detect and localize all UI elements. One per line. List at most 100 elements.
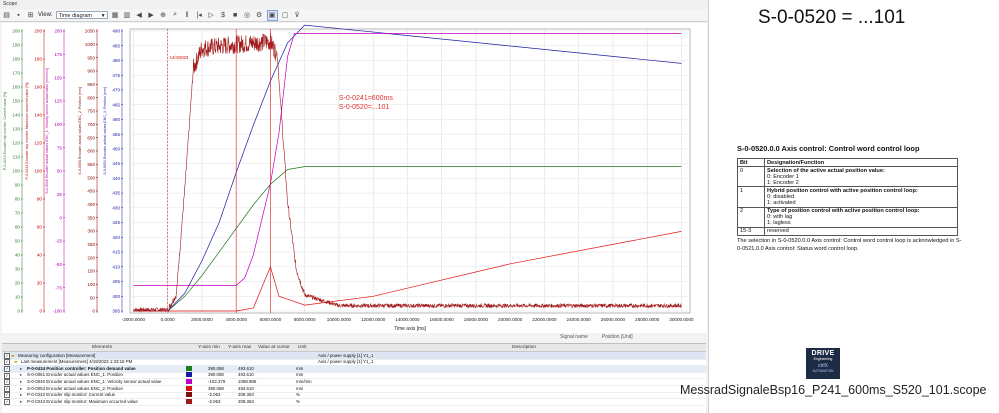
y-tick-label: 60 xyxy=(37,225,43,230)
view-icon[interactable]: ⊞ xyxy=(26,11,35,20)
signal-color-swatch[interactable] xyxy=(186,378,192,384)
annotation-line1: S-0-0241=600ms xyxy=(339,95,393,102)
bit-table-row: 0 Selection of the active actual position… xyxy=(737,166,958,188)
single-icon[interactable]: $ xyxy=(219,11,228,20)
y-tick-label: 415 xyxy=(112,250,120,255)
bit-designation: Hybrid position control with active posi… xyxy=(764,186,958,208)
grid-description: Axis / power supply [1] Y1_1 xyxy=(318,359,374,365)
filter-icon[interactable]: ⊽ xyxy=(293,11,302,20)
grid-header: Elements Y-axis min Y-axis max Value at cur… xyxy=(2,344,706,352)
y-tick-label: 950 xyxy=(87,55,95,60)
y-tick-label: 180 xyxy=(12,57,20,62)
signal-name: S-0-0040 Encoder actual values ENC_1: Ve… xyxy=(27,378,162,384)
cursor-step-icon[interactable]: |◂ xyxy=(195,11,204,20)
signal-color-swatch[interactable] xyxy=(186,392,192,398)
split-icon[interactable]: ▢ xyxy=(281,11,290,20)
y-tick-label: 40 xyxy=(37,253,43,258)
y-tick-label: 180 xyxy=(34,57,42,62)
y-tick-label: 125 xyxy=(54,99,62,104)
signal-max: 1098.985 xyxy=(238,378,257,384)
signal-max: 208.363 xyxy=(238,398,254,404)
grid-column-header[interactable]: Y-axis max xyxy=(228,345,251,350)
forward-icon[interactable]: ▶ xyxy=(147,11,156,20)
save-icon[interactable]: ▪ xyxy=(14,11,23,20)
layout-icon[interactable]: ▣ xyxy=(266,9,278,21)
y-tick-label: 50 xyxy=(15,239,21,244)
y-tick-label: 430 xyxy=(112,205,120,210)
plot-frame xyxy=(129,28,691,314)
y-tick-label: 70 xyxy=(15,211,21,216)
bit-option: 1: lagless xyxy=(767,220,791,227)
settings-icon[interactable]: ⚙ xyxy=(255,11,264,20)
bit-option: 1: activated xyxy=(767,199,796,206)
y-tick-label: -50 xyxy=(55,262,62,267)
signal-color-swatch[interactable] xyxy=(186,385,192,391)
grid-icon[interactable]: ▦ xyxy=(111,11,120,20)
plot-area[interactable]: -2000.0000 0.0000 2000.0000 4000.0000 6000.0… xyxy=(2,23,707,333)
elements-grid: Elements Y-axis min Y-axis max Value at cur… xyxy=(2,343,706,413)
back-icon[interactable]: ◀ xyxy=(135,11,144,20)
y-tick-label: 120 xyxy=(34,141,42,146)
y-tick-label: 1000 xyxy=(85,42,96,47)
y-tick-label: 90 xyxy=(15,183,21,188)
y-tick-label: 100 xyxy=(87,282,95,287)
stop-icon[interactable]: ■ xyxy=(231,11,240,20)
y-tick-label: 170 xyxy=(12,71,20,76)
y-tick-label: 40 xyxy=(15,253,21,258)
row-checkbox[interactable]: ✓ xyxy=(4,398,10,405)
bit-table: Bit Designation/Function 0 Selection of t… xyxy=(737,157,958,236)
time-diagram: -2000.0000 0.0000 2000.0000 4000.0000 6000.0… xyxy=(3,24,694,332)
table-icon[interactable]: ▥ xyxy=(123,11,132,20)
grid-column-header[interactable]: Value at cursor xyxy=(258,345,290,350)
parameter-description: S-0-0520.0.0 Axis control: Control word … xyxy=(737,144,967,253)
grid-signal-row[interactable]: ✓ ▸ P-0-0243 Encoder slip monitor: Maximum… xyxy=(2,398,706,406)
bit-option: 1: Encoder 2 xyxy=(767,179,799,186)
window-titlebar: Scope xyxy=(0,0,708,9)
y-tick-label: 400 xyxy=(112,294,120,299)
x-tick-label: 18000.0000 xyxy=(464,317,489,322)
x-tick-label: -2000.0000 xyxy=(122,317,146,322)
record-icon[interactable]: ◎ xyxy=(243,11,252,20)
zoom-icon[interactable]: ⊕ xyxy=(159,11,168,20)
signal-name: S-0-0051 Encoder actual values ENC_1: Po… xyxy=(27,372,123,378)
signal-color-swatch[interactable] xyxy=(186,372,192,378)
y-tick-label: 20 xyxy=(15,281,21,286)
grid-column-header[interactable]: Elements xyxy=(92,345,112,350)
print-icon[interactable]: ▤ xyxy=(2,11,11,20)
cursor-icon[interactable]: ‖ xyxy=(183,11,192,20)
y-tick-label: 80 xyxy=(37,197,43,202)
y-tick-label: 440 xyxy=(112,176,120,181)
view-label: View: xyxy=(38,12,53,18)
logo-line4: AUTOMATION xyxy=(812,369,834,373)
y-tick-label: 410 xyxy=(112,264,120,269)
y-tick-label: 50 xyxy=(90,295,96,300)
bit-table-row: 2 Type of position control with active po… xyxy=(737,206,958,228)
view-select[interactable]: Time diagram ▼ xyxy=(55,11,108,19)
y-tick-label: 140 xyxy=(34,113,42,118)
y-tick-label: 435 xyxy=(112,191,120,196)
y-tick-label: 395 xyxy=(112,309,120,314)
x-tick-label: 20000.0000 xyxy=(498,317,523,322)
play-icon[interactable]: ▷ xyxy=(207,11,216,20)
signal-position-header: Position [Unit] xyxy=(601,334,633,340)
x-tick-label: 16000.0000 xyxy=(430,317,455,322)
drive-engineering-logo: DRIVE Engineering ctrlX AUTOMATION xyxy=(806,348,840,379)
x-tick-label: 30000.0000 xyxy=(669,317,694,322)
y-tick-label: -100 xyxy=(53,309,63,314)
y-tick-label: 490 xyxy=(112,29,120,34)
y-tick-label: 1050 xyxy=(85,29,96,34)
signal-min: -2.063 xyxy=(208,398,221,404)
signal-color-swatch[interactable] xyxy=(186,398,192,404)
y-tick-label: 350 xyxy=(87,215,95,220)
zoom-dropdown-icon[interactable]: ⌕ xyxy=(171,11,180,20)
y-tick-label: 850 xyxy=(87,82,95,87)
designation-header: Designation/Function xyxy=(764,157,958,168)
grid-column-header[interactable]: Y-axis min xyxy=(198,345,220,350)
grid-column-header[interactable]: Unit xyxy=(298,345,307,350)
signal-color-swatch[interactable] xyxy=(186,365,192,371)
grid-column-header[interactable]: Description xyxy=(512,345,536,350)
y-tick-label: 450 xyxy=(112,146,120,151)
x-tick-label: 24000.0000 xyxy=(567,317,592,322)
x-tick-label: 4000.0000 xyxy=(225,317,247,322)
y-tick-label: 130 xyxy=(12,127,20,132)
